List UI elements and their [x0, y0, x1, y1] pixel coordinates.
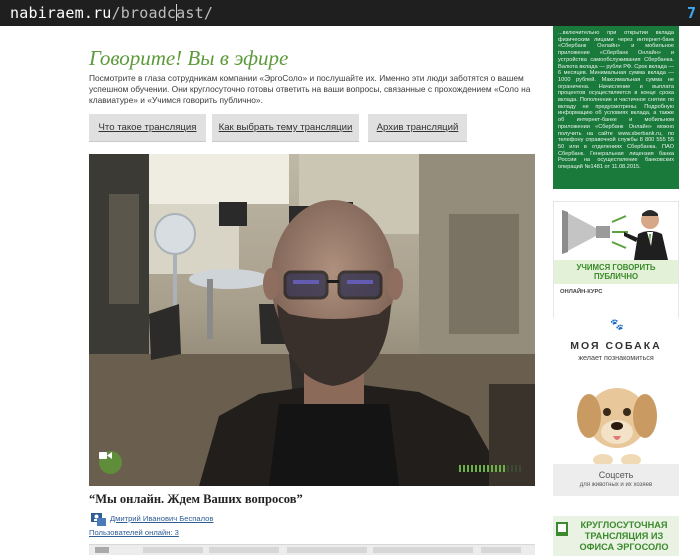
volume-bar: [515, 465, 517, 472]
volume-bar: [519, 465, 521, 472]
main-content: Говорите! Вы в эфире Посмотрите в глаза …: [89, 26, 535, 555]
public-speaking-course-ad[interactable]: УЧИМСЯ ГОВОРИТЬ ПУБЛИЧНО ОНЛАЙН-КУРС: [553, 201, 679, 319]
video-player[interactable]: [89, 154, 535, 486]
tab-count-badge: 7: [686, 4, 696, 22]
address-url[interactable]: nabiraem.ru/broadcast/: [10, 4, 213, 22]
volume-bar: [507, 465, 509, 472]
nav-button-choose-topic[interactable]: Как выбрать тему трансляции: [212, 114, 359, 142]
course-title: УЧИМСЯ ГОВОРИТЬ ПУБЛИЧНО: [576, 263, 656, 281]
nav-button-label: Архив трансляций: [376, 122, 459, 133]
volume-bar: [503, 465, 505, 472]
broadcast-caption: “Мы онлайн. Ждем Ваших вопросов”: [89, 492, 303, 506]
volume-bar: [463, 465, 465, 472]
volume-bar: [483, 465, 485, 472]
nav-button-what-is-broadcast[interactable]: Что такое трансляция: [89, 114, 206, 142]
sberbank-ad[interactable]: ...включительно при открытии вклада физи…: [553, 26, 679, 189]
volume-bar: [487, 465, 489, 472]
volume-bar: [479, 465, 481, 472]
volume-bar: [499, 465, 501, 472]
chat-preview-strip: [89, 544, 535, 555]
volume-bar: [471, 465, 473, 472]
puppy-illustration: [577, 388, 657, 466]
round-ad-text: КРУГЛОСУТОЧНАЯ ТРАНСЛЯЦИЯ ИЗ ОФИСА ЭРГОС…: [579, 520, 669, 552]
url-host: nabiraem.ru: [10, 4, 112, 22]
volume-bar: [495, 465, 497, 472]
camera-toggle-button[interactable]: [99, 451, 122, 474]
course-subtitle: ОНЛАЙН-КУРС: [560, 289, 603, 295]
megaphone-speaker-illustration: [554, 202, 678, 260]
volume-bar: [467, 465, 469, 472]
online-users-link[interactable]: Пользователей онлайн: 3: [89, 528, 179, 537]
broadcast-icon: [556, 522, 568, 536]
dog-ad-footer-sub: для животных и их хозяев: [579, 482, 653, 488]
volume-level-meter: [459, 465, 521, 472]
my-dog-ad[interactable]: 🐾 МОЯ СОБАКА желает познакомиться Соцсет…: [553, 318, 679, 504]
nav-button-label: Что такое трансляция: [98, 122, 197, 133]
host-card-icon: [91, 513, 106, 526]
volume-bar: [475, 465, 477, 472]
nav-button-archive[interactable]: Архив трансляций: [368, 114, 467, 142]
volume-bar: [491, 465, 493, 472]
round-the-clock-broadcast-ad[interactable]: КРУГЛОСУТОЧНАЯ ТРАНСЛЯЦИЯ ИЗ ОФИСА ЭРГОС…: [553, 516, 679, 556]
volume-bar: [511, 465, 513, 472]
dog-ad-footer-band: [553, 464, 679, 496]
video-camera-icon: [99, 452, 112, 459]
sberbank-ad-text: ...включительно при открытии вклада физи…: [558, 30, 674, 171]
dog-ad-title: МОЯ СОБАКА: [570, 340, 662, 352]
url-path: /broadcast/: [111, 4, 214, 22]
host-name-link[interactable]: Дмитрий Иванович Беспалов: [110, 514, 213, 523]
page-title: Говорите! Вы в эфире: [89, 46, 289, 70]
text-cursor: [176, 4, 177, 21]
dog-ad-subtitle: желает познакомиться: [578, 353, 654, 362]
browser-address-bar[interactable]: nabiraem.ru/broadcast/ 7: [0, 0, 700, 26]
nav-button-label: Как выбрать тему трансляции: [218, 122, 353, 133]
dog-ad-footer-title: Соцсеть: [598, 470, 634, 480]
intro-text: Посмотрите в глаза сотрудникам компании …: [89, 73, 531, 105]
paw-icon: 🐾: [610, 319, 624, 331]
volume-bar: [459, 465, 461, 472]
webcam-frame: [89, 154, 535, 486]
